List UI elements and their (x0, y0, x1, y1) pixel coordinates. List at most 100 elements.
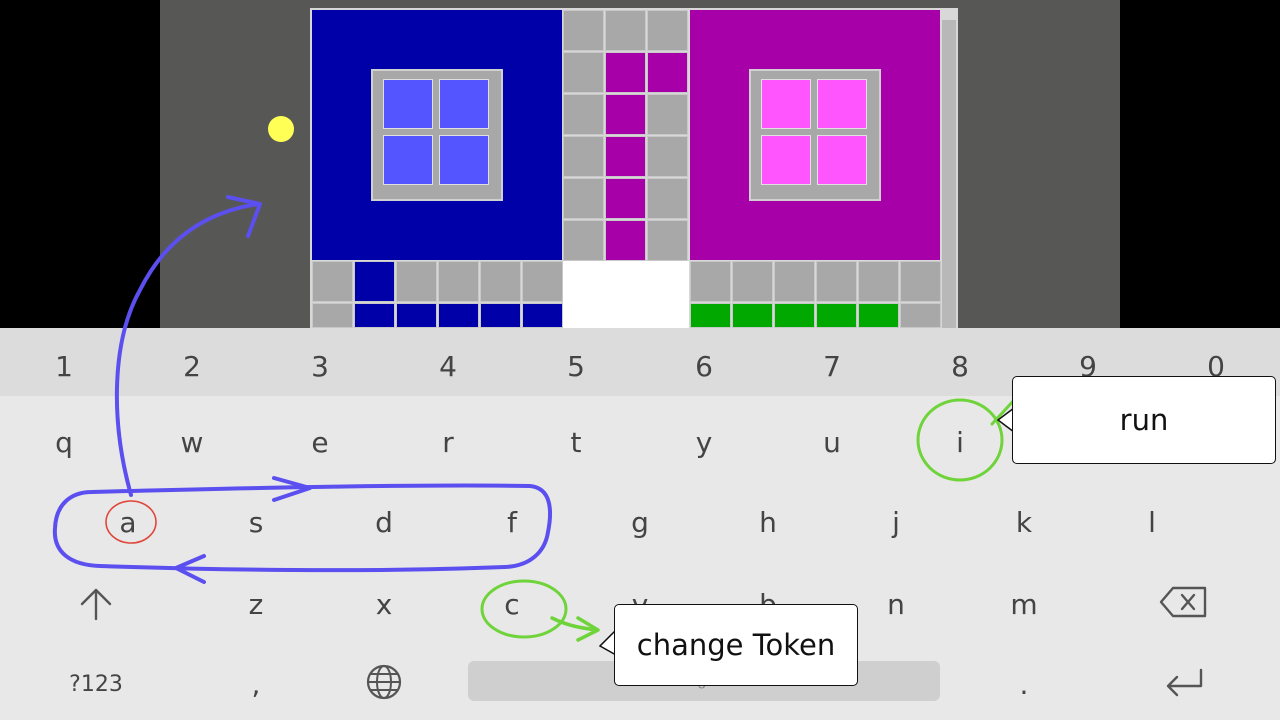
game-viewport (0, 0, 1280, 328)
middle-tile (647, 136, 688, 177)
bottom-right-tile (816, 303, 857, 328)
key-i[interactable]: i (928, 412, 992, 472)
blue-window-pane (439, 79, 489, 129)
change-token-callout-label: change Token (636, 628, 836, 662)
middle-tile (563, 220, 604, 261)
bottom-left-tile (438, 261, 479, 302)
bottom-left-tile (312, 261, 353, 302)
white-gap (563, 261, 689, 328)
pink-window-pane (817, 79, 867, 129)
bottom-left-tile (438, 303, 479, 328)
key-k[interactable]: k (992, 492, 1056, 552)
key-s[interactable]: s (224, 492, 288, 552)
bottom-right-tile (774, 261, 815, 302)
middle-tile (647, 10, 688, 51)
key-m[interactable]: m (992, 574, 1056, 634)
bottom-right-tile (900, 261, 941, 302)
run-callout-label: run (1119, 403, 1169, 437)
middle-tile (605, 178, 646, 219)
middle-tile (647, 94, 688, 135)
bottom-right-tile (774, 303, 815, 328)
globe-icon (366, 664, 402, 700)
yellow-ball (268, 116, 294, 142)
key-z[interactable]: z (224, 574, 288, 634)
bottom-right-tile (732, 303, 773, 328)
pink-window-pane (817, 135, 867, 185)
run-callout: run (1012, 376, 1276, 464)
key-q[interactable]: q (32, 412, 96, 472)
key-g[interactable]: g (608, 492, 672, 552)
key-8[interactable]: 8 (928, 336, 992, 396)
bottom-right-tile (900, 303, 941, 328)
change-token-callout: change Token (614, 604, 858, 686)
game-board (160, 0, 1120, 328)
bottom-left-tile (354, 303, 395, 328)
middle-tile (563, 94, 604, 135)
middle-tile (647, 178, 688, 219)
bottom-left-tile (396, 261, 437, 302)
middle-tile (563, 10, 604, 51)
language-key[interactable] (344, 652, 424, 712)
key-2[interactable]: 2 (160, 336, 224, 396)
bottom-left-tile (396, 303, 437, 328)
key-h[interactable]: h (736, 492, 800, 552)
key-4[interactable]: 4 (416, 336, 480, 396)
middle-tile (605, 10, 646, 51)
period-key[interactable]: . (992, 654, 1056, 714)
key-n[interactable]: n (864, 574, 928, 634)
bottom-left-tile (522, 303, 563, 328)
pink-window-pane (761, 79, 811, 129)
key-l[interactable]: l (1120, 492, 1184, 552)
key-f[interactable]: f (480, 492, 544, 552)
bottom-left-tile (480, 261, 521, 302)
bottom-left-tile (312, 303, 353, 328)
bottom-right-tile (858, 261, 899, 302)
middle-tile (605, 94, 646, 135)
backspace-key[interactable] (1144, 572, 1224, 632)
bottom-right-tile (732, 261, 773, 302)
blue-window-pane (439, 135, 489, 185)
backspace-icon (1159, 586, 1207, 618)
bottom-right-tile (690, 303, 731, 328)
key-e[interactable]: e (288, 412, 352, 472)
key-6[interactable]: 6 (672, 336, 736, 396)
key-5[interactable]: 5 (544, 336, 608, 396)
key-x[interactable]: x (352, 574, 416, 634)
key-d[interactable]: d (352, 492, 416, 552)
bottom-right-tile (816, 261, 857, 302)
enter-arrow-icon (1166, 668, 1203, 697)
key-j[interactable]: j (864, 492, 928, 552)
middle-tile (605, 52, 646, 93)
key-3[interactable]: 3 (288, 336, 352, 396)
key-7[interactable]: 7 (800, 336, 864, 396)
middle-tile (647, 220, 688, 261)
key-u[interactable]: u (800, 412, 864, 472)
bottom-left-tile (354, 261, 395, 302)
key-c[interactable]: c (480, 574, 544, 634)
middle-tile (605, 220, 646, 261)
bottom-left-tile (480, 303, 521, 328)
key-1[interactable]: 1 (32, 336, 96, 396)
enter-key[interactable] (1144, 652, 1224, 712)
key-t[interactable]: t (544, 412, 608, 472)
key-r[interactable]: r (416, 412, 480, 472)
middle-tile (605, 136, 646, 177)
bottom-left-tile (522, 261, 563, 302)
blue-window-pane (383, 79, 433, 129)
comma-key[interactable]: , (224, 654, 288, 714)
middle-tile (563, 136, 604, 177)
pink-window-pane (761, 135, 811, 185)
blue-window-pane (383, 135, 433, 185)
bottom-right-tile (690, 261, 731, 302)
middle-tile (563, 178, 604, 219)
key-w[interactable]: w (160, 412, 224, 472)
shift-key[interactable] (56, 574, 136, 634)
key-a[interactable]: a (96, 492, 160, 552)
board-right-bevel (942, 20, 956, 328)
key-y[interactable]: y (672, 412, 736, 472)
shift-arrow-icon (80, 588, 112, 621)
symbols-key[interactable]: ?123 (51, 654, 141, 714)
bottom-right-tile (858, 303, 899, 328)
middle-tile (563, 52, 604, 93)
middle-tile (647, 52, 688, 93)
